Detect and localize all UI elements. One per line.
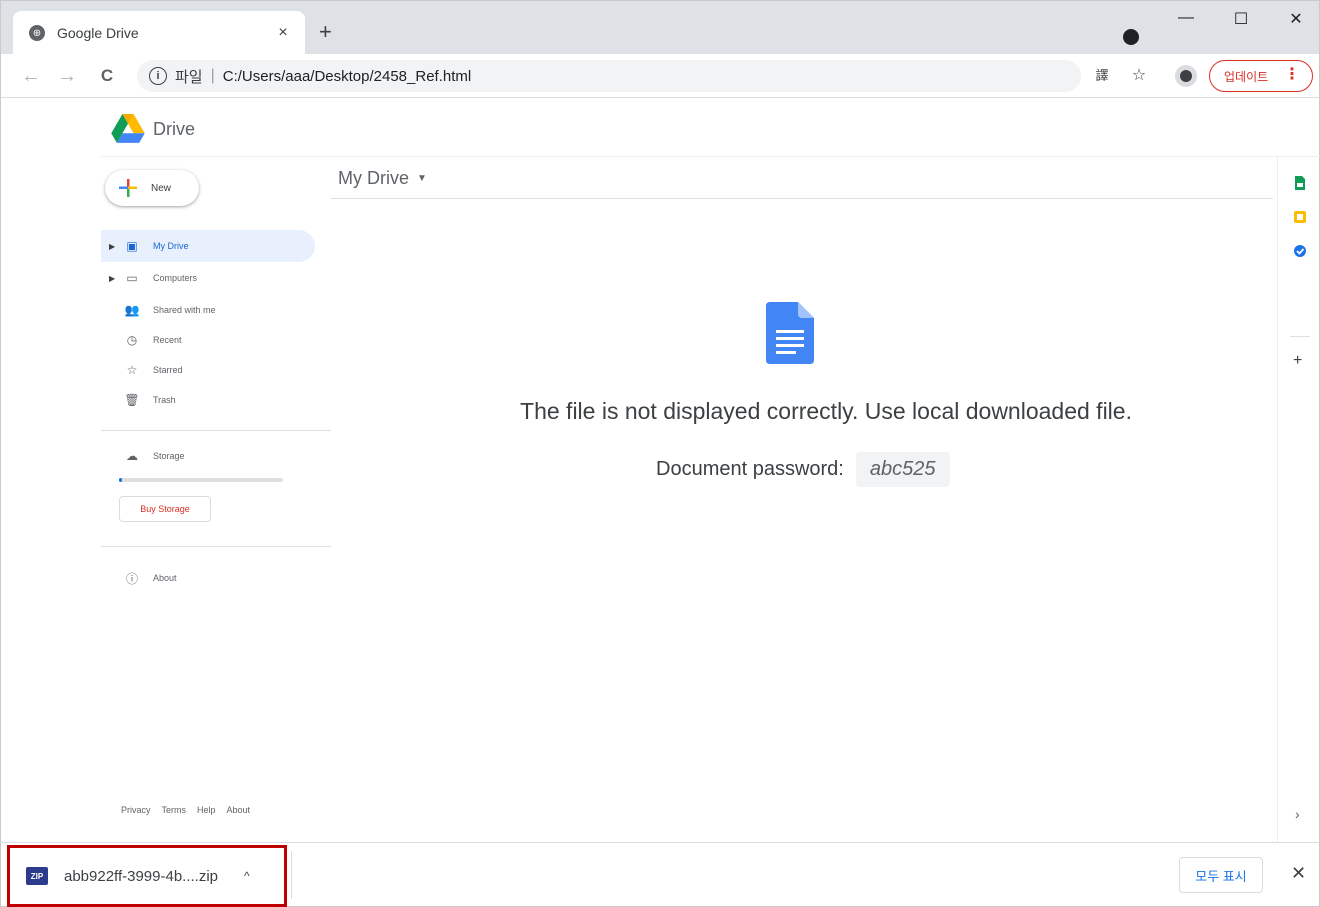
- address-separator: |: [210, 67, 215, 84]
- keep-icon[interactable]: [1293, 210, 1307, 224]
- download-shelf: ZIP abb922ff-3999-4b....zip ^ 모두 표시 ✕: [0, 842, 1320, 907]
- menu-dots-icon: ⋮: [1284, 66, 1300, 83]
- window-close-button[interactable]: ✕: [1276, 9, 1316, 29]
- storage-progress-fill: [119, 478, 123, 482]
- breadcrumb-my-drive: My Drive: [338, 168, 409, 188]
- content-divider: [331, 198, 1273, 199]
- sidebar-item-about[interactable]: ⓘ About: [101, 562, 315, 594]
- browser-toolbar: ← → C i 파일 | C:/Users/aaa/Desktop/2458_R…: [0, 54, 1320, 98]
- sidebar-item-computers[interactable]: ▶ ▭ Computers: [101, 262, 315, 294]
- sidebar-divider: [101, 546, 331, 547]
- chevron-right-icon[interactable]: ›: [1295, 806, 1300, 822]
- forward-button[interactable]: →: [53, 62, 81, 90]
- footer-links: Privacy Terms Help About: [121, 805, 250, 815]
- sidebar-item-storage[interactable]: ☁ Storage: [101, 440, 315, 472]
- new-button[interactable]: New: [105, 170, 199, 206]
- address-url[interactable]: C:/Users/aaa/Desktop/2458_Ref.html: [223, 68, 471, 85]
- address-bar[interactable]: i 파일 | C:/Users/aaa/Desktop/2458_Ref.htm…: [137, 60, 1081, 92]
- person-icon: [1180, 70, 1192, 82]
- minimize-button[interactable]: —: [1166, 9, 1206, 27]
- update-label: 업데이트: [1224, 69, 1269, 84]
- tab-close-button[interactable]: ×: [273, 24, 293, 42]
- computers-icon: ▭: [126, 271, 138, 285]
- sidebar-item-my-drive[interactable]: ▶ ▣ My Drive: [101, 230, 315, 262]
- reload-button[interactable]: C: [93, 62, 121, 90]
- error-message: The file is not displayed correctly. Use…: [520, 398, 1132, 424]
- sidebar-item-label: About: [153, 573, 177, 583]
- drive-logo[interactable]: Drive: [111, 114, 195, 144]
- drive-logo-icon: [111, 114, 145, 143]
- bookmark-star-icon[interactable]: ☆: [1128, 66, 1150, 86]
- info-icon[interactable]: i: [149, 67, 167, 85]
- shared-icon: 👥: [124, 303, 140, 317]
- new-tab-button[interactable]: +: [319, 21, 332, 43]
- drive-page: Drive New ▶ ▣ My Drive ▶ ▭ Computers 👥 S…: [0, 98, 1320, 842]
- footer-link-about[interactable]: About: [227, 805, 251, 815]
- tasks-icon[interactable]: [1293, 244, 1307, 258]
- password-value[interactable]: abc525: [855, 452, 950, 487]
- sidebar-item-label: Trash: [153, 395, 176, 405]
- sidebar-item-label: Recent: [153, 335, 182, 345]
- side-panel-divider: [1290, 336, 1310, 337]
- update-button[interactable]: 업데이트 ⋮: [1209, 60, 1313, 92]
- cloud-icon: ☁: [126, 449, 138, 463]
- sidebar-item-trash[interactable]: 🗑 Trash: [101, 384, 315, 416]
- password-row: Document password: abc525: [656, 452, 950, 487]
- show-all-button[interactable]: 모두 표시: [1179, 857, 1263, 893]
- add-addon-button[interactable]: +: [1293, 352, 1302, 370]
- caret-down-icon: ▼: [417, 173, 427, 184]
- google-docs-icon: [766, 302, 814, 364]
- buy-storage-button[interactable]: Buy Storage: [119, 496, 211, 522]
- tab-title: Google Drive: [57, 25, 139, 41]
- sheets-icon[interactable]: [1293, 176, 1307, 190]
- sidebar-item-shared-with-me[interactable]: 👥 Shared with me: [101, 294, 315, 326]
- storage-progress-bar: [119, 478, 283, 482]
- chevron-up-icon[interactable]: ^: [244, 869, 250, 883]
- sidebar-item-recent[interactable]: ◷ Recent: [101, 324, 315, 356]
- sidebar-item-starred[interactable]: ☆ Starred: [101, 354, 315, 386]
- back-button[interactable]: ←: [17, 62, 45, 90]
- tab-search-icon[interactable]: [1123, 29, 1139, 45]
- tab-google-drive[interactable]: ⊕ Google Drive ×: [13, 11, 305, 55]
- drive-logo-text: Drive: [153, 118, 196, 139]
- sidebar-item-label: Shared with me: [153, 305, 216, 315]
- expand-arrow-icon[interactable]: ▶: [109, 242, 117, 251]
- translate-icon[interactable]: 譯: [1091, 66, 1113, 86]
- clock-icon: ◷: [126, 333, 138, 347]
- header-divider: [101, 156, 1320, 157]
- breadcrumb[interactable]: My Drive ▼: [338, 168, 427, 189]
- maximize-button[interactable]: ☐: [1221, 9, 1261, 29]
- profile-avatar[interactable]: [1175, 65, 1197, 87]
- footer-link-help[interactable]: Help: [197, 805, 216, 815]
- trash-icon: 🗑: [124, 393, 140, 407]
- sidebar-divider: [101, 430, 331, 431]
- close-shelf-button[interactable]: ✕: [1291, 863, 1306, 884]
- sidebar-item-label: Computers: [153, 273, 198, 283]
- sidebar-item-label: My Drive: [153, 241, 189, 251]
- plus-icon: [119, 179, 137, 197]
- sidebar-item-label: Storage: [153, 451, 185, 461]
- footer-link-privacy[interactable]: Privacy: [121, 805, 151, 815]
- sidebar-item-label: Starred: [153, 365, 183, 375]
- side-panel: + ›: [1277, 156, 1320, 842]
- address-scheme: 파일: [175, 68, 203, 86]
- star-icon: ☆: [126, 363, 138, 377]
- globe-icon: ⊕: [29, 25, 45, 41]
- tab-strip: ⊕ Google Drive × + — ☐ ✕: [0, 0, 1320, 55]
- footer-link-terms[interactable]: Terms: [162, 805, 187, 815]
- zip-icon: ZIP: [26, 867, 48, 885]
- info-icon: ⓘ: [125, 571, 138, 586]
- expand-arrow-icon[interactable]: ▶: [109, 274, 117, 283]
- my-drive-icon: ▣: [126, 239, 138, 253]
- password-label: Document password:: [656, 458, 844, 480]
- download-file-name: abb922ff-3999-4b....zip: [64, 867, 219, 885]
- download-item[interactable]: ZIP abb922ff-3999-4b....zip ^: [7, 845, 287, 907]
- new-label: New: [151, 182, 172, 194]
- download-separator: [291, 851, 292, 899]
